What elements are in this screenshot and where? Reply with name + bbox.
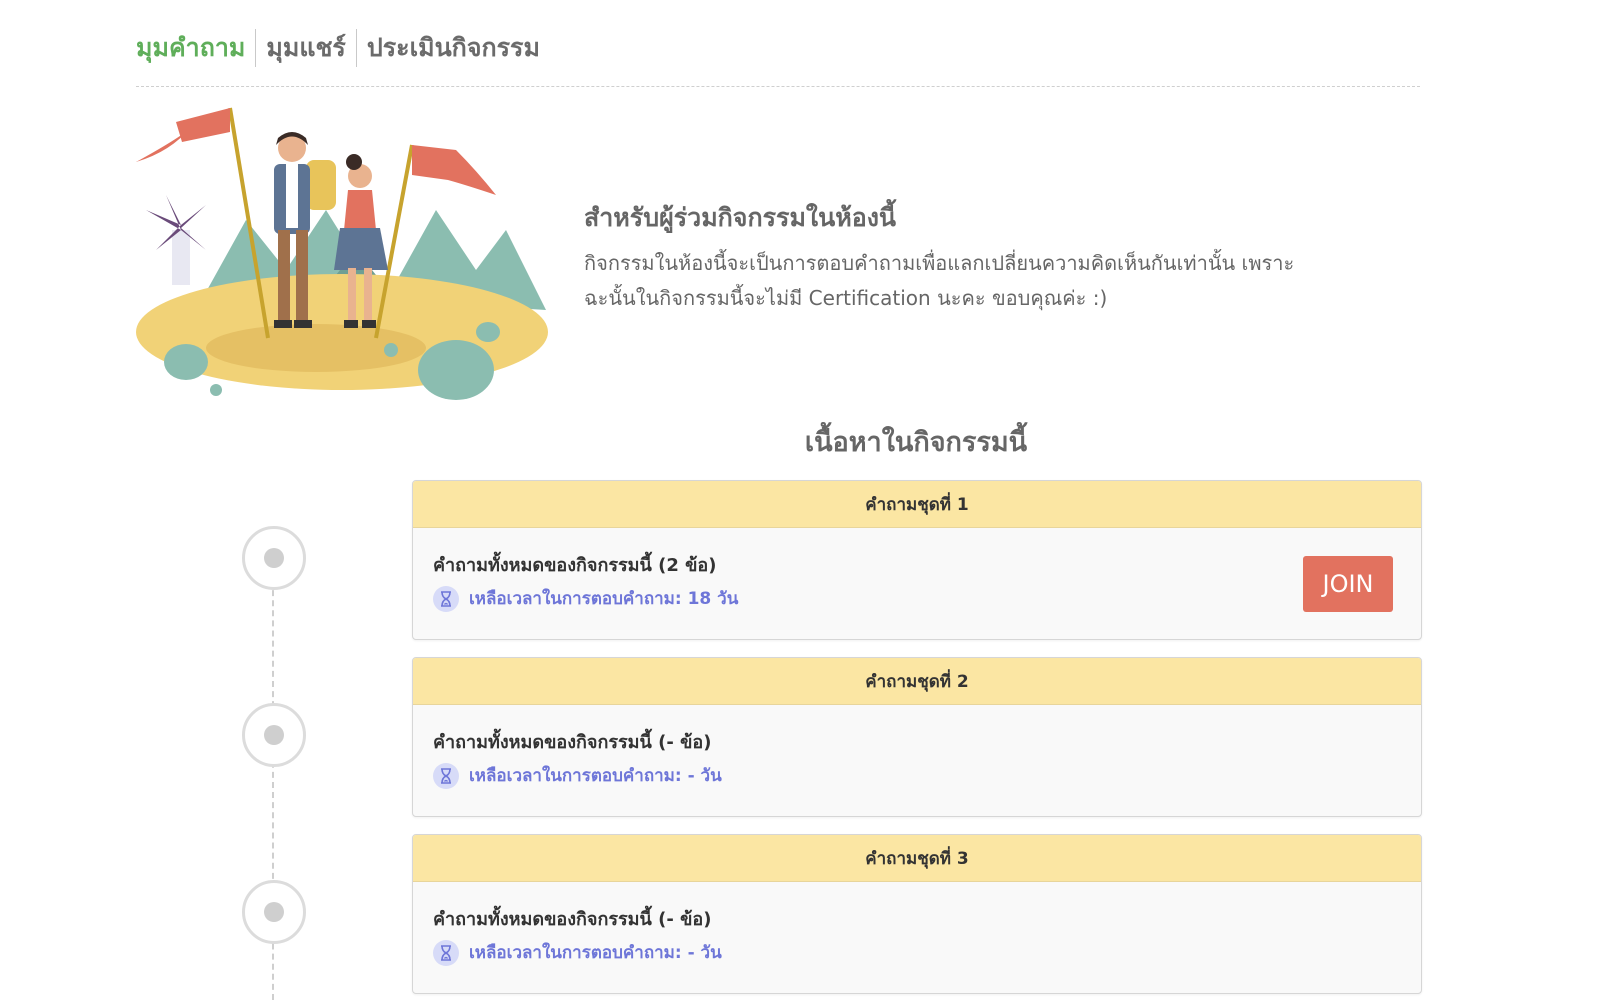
time-remaining: เหลือเวลาในการตอบคำถาม: - วัน <box>433 762 722 789</box>
hourglass-icon <box>433 762 459 789</box>
section-title: เนื้อหาในกิจกรรมนี้ <box>804 427 1028 458</box>
hourglass-icon <box>433 585 459 612</box>
tab-bar: มุมคำถาม มุมแชร์ ประเมินกิจกรรม <box>136 26 550 70</box>
hourglass-icon <box>433 939 459 966</box>
intro-block: สำหรับผู้ร่วมกิจกรรมในห้องนี้ กิจกรรมในห… <box>584 198 1404 316</box>
question-count: คำถามทั้งหมดของกิจกรรมนี้ (- ข้อ) <box>433 732 712 753</box>
time-remaining: เหลือเวลาในการตอบคำถาม: 18 วัน <box>433 585 738 612</box>
card-body: คำถามทั้งหมดของกิจกรรมนี้ (- ข้อ) เหลือเ… <box>413 882 1421 993</box>
question-set-title: คำถามชุดที่ 2 <box>413 658 1421 705</box>
question-count: คำถามทั้งหมดของกิจกรรมนี้ (- ข้อ) <box>433 909 712 930</box>
question-set-card-1: คำถามชุดที่ 1 คำถามทั้งหมดของกิจกรรมนี้ … <box>412 480 1422 640</box>
time-remaining-text: เหลือเวลาในการตอบคำถาม: - วัน <box>469 766 722 786</box>
header-divider <box>136 86 1420 87</box>
time-remaining-text: เหลือเวลาในการตอบคำถาม: 18 วัน <box>469 589 739 609</box>
question-count: คำถามทั้งหมดของกิจกรรมนี้ (2 ข้อ) <box>433 555 717 576</box>
card-body: คำถามทั้งหมดของกิจกรรมนี้ (- ข้อ) เหลือเ… <box>413 705 1421 816</box>
time-remaining: เหลือเวลาในการตอบคำถาม: - วัน <box>433 939 722 966</box>
tab-evaluate-activity[interactable]: ประเมินกิจกรรม <box>357 28 550 68</box>
time-remaining-text: เหลือเวลาในการตอบคำถาม: - วัน <box>469 943 722 963</box>
question-set-title: คำถามชุดที่ 3 <box>413 835 1421 882</box>
tab-question-corner[interactable]: มุมคำถาม <box>136 28 255 68</box>
intro-description-line-2: ฉะนั้นในกิจกรรมนี้จะไม่มี Certification … <box>584 286 1108 310</box>
join-button[interactable]: JOIN <box>1303 556 1393 612</box>
intro-title: สำหรับผู้ร่วมกิจกรรมในห้องนี้ <box>584 203 897 232</box>
tab-share-corner[interactable]: มุมแชร์ <box>256 28 355 68</box>
question-set-title: คำถามชุดที่ 1 <box>413 481 1421 528</box>
question-set-card-2: คำถามชุดที่ 2 คำถามทั้งหมดของกิจกรรมนี้ … <box>412 657 1422 817</box>
timeline-node-icon <box>242 880 306 944</box>
timeline-node-icon <box>242 526 306 590</box>
intro-description-line-1: กิจกรรมในห้องนี้จะเป็นการตอบคำถามเพื่อแล… <box>584 251 1295 275</box>
hikers-illustration <box>136 107 548 400</box>
question-set-card-3: คำถามชุดที่ 3 คำถามทั้งหมดของกิจกรรมนี้ … <box>412 834 1422 994</box>
timeline-node-icon <box>242 703 306 767</box>
card-body: คำถามทั้งหมดของกิจกรรมนี้ (2 ข้อ) เหลือเ… <box>413 528 1421 639</box>
